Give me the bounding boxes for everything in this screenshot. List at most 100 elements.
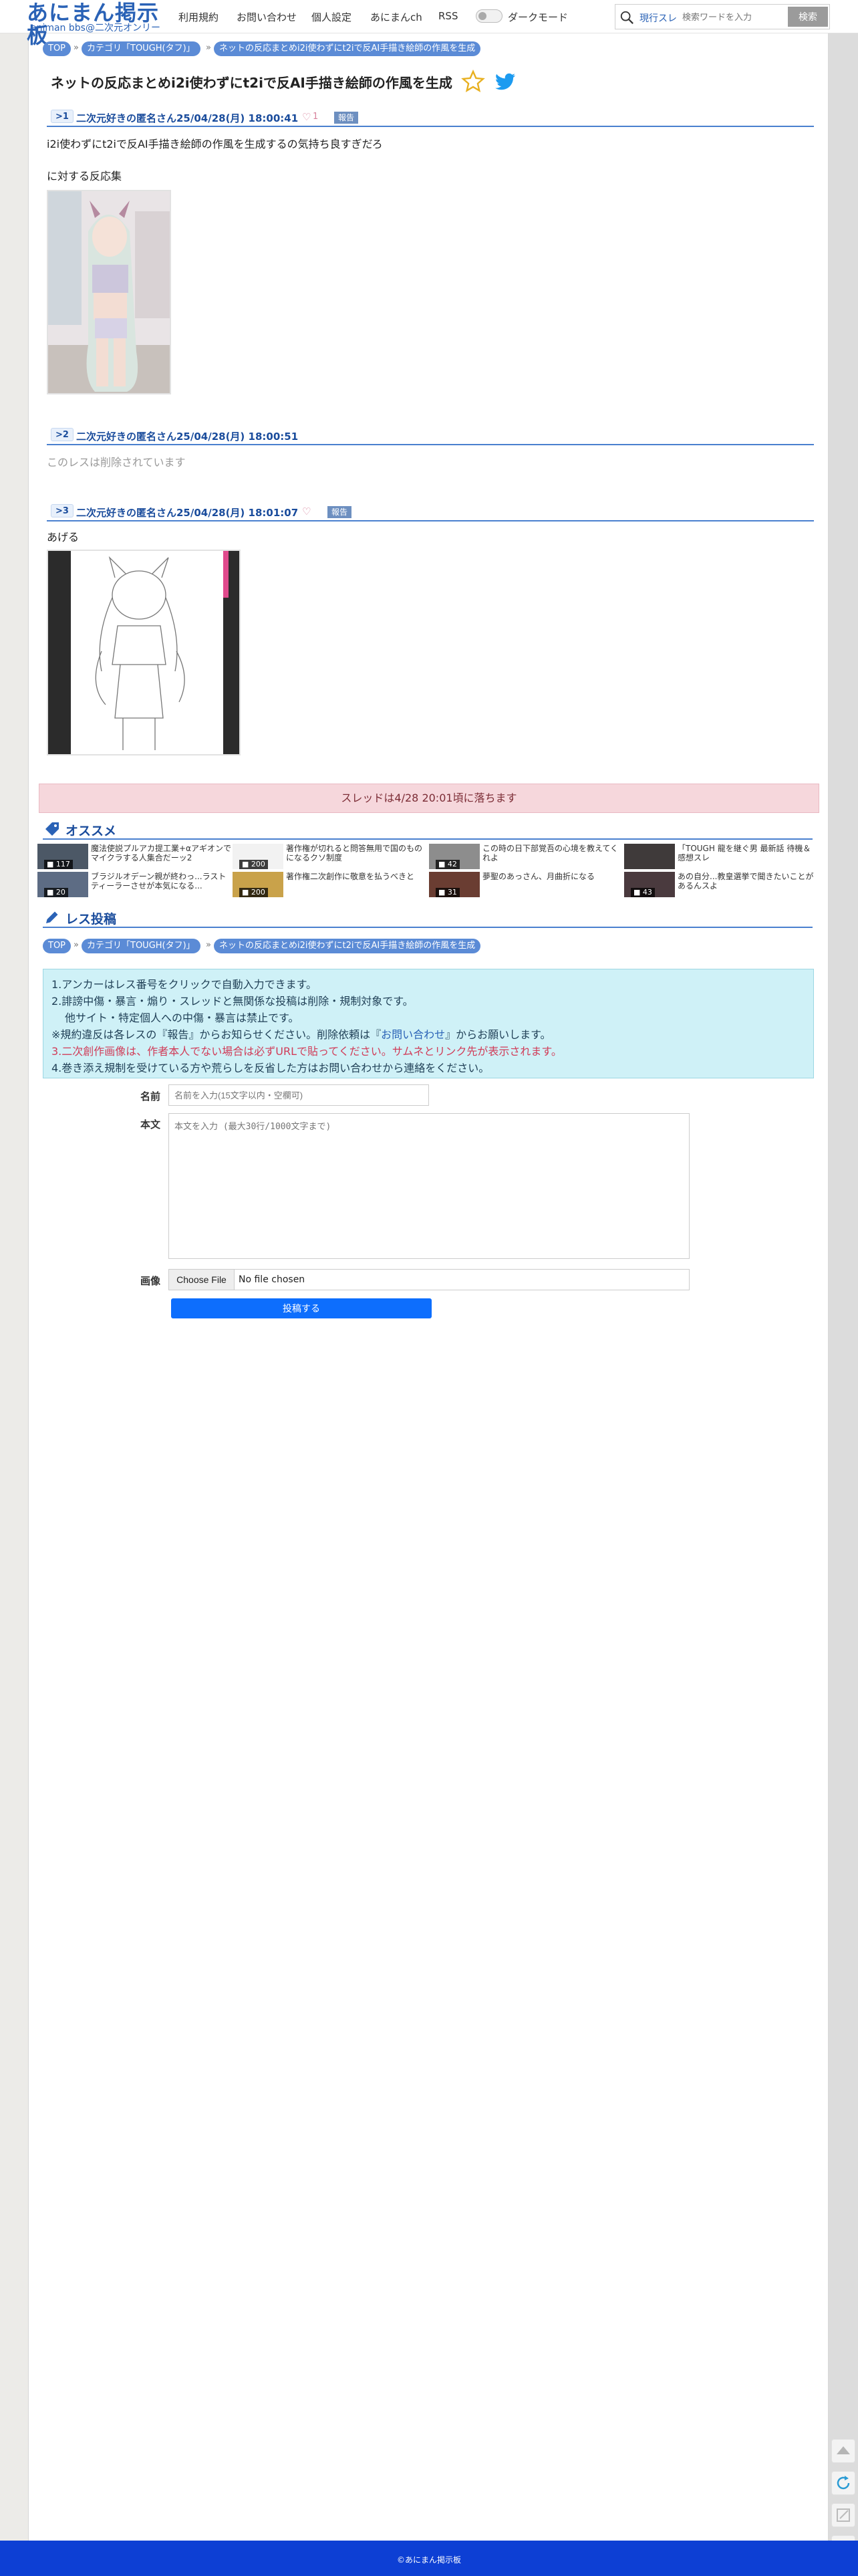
site-logo[interactable]: あにまん掲示板 animan bbs@二次元オンリー (27, 1, 167, 47)
contact-link[interactable]: お問い合わせ (381, 1028, 445, 1041)
recommend-item[interactable]: ■ 31 夢聖のあっさん、月曲折になる (429, 872, 623, 897)
thumbnail: ■ 42 (429, 844, 480, 869)
like-count: 1 (313, 112, 319, 122)
post-body: に対する反応集 (47, 167, 122, 183)
recommend-item[interactable]: ■ 117 魔法使説プルアカ提工業+αアギオンでマイクラする人集合だーッ2 (37, 844, 231, 869)
breadcrumb-thread[interactable]: ネットの反応まとめi2i使わずにt2iで反AI手描き絵師の作風を生成 (214, 41, 481, 56)
recommend-text: 著作権二次創作に敬意を払うべきと (286, 872, 415, 881)
breadcrumb-top[interactable]: TOP (43, 41, 72, 56)
heart-icon[interactable]: ♡ (302, 505, 311, 517)
post-header: >1 二次元好きの匿名さん 25/04/28(月) 18:00:41 ♡ 1 報… (47, 107, 814, 127)
copyright: ©あにまん掲示板 (396, 2555, 461, 2565)
twitter-icon[interactable] (493, 70, 517, 94)
thumbnail: ■ 31 (429, 872, 480, 897)
post-body: i2i使わずにt2iで反AI手描き絵師の作風を生成するの気持ち良すぎだろ (47, 135, 383, 151)
dark-mode-label: ダークモード (508, 11, 569, 23)
arrow-up-icon (837, 2446, 850, 2454)
dark-mode-toggle[interactable] (476, 9, 503, 23)
breadcrumb-category[interactable]: カテゴリ「TOUGH(タフ)」 (82, 41, 200, 56)
search-bar: 現行スレ 検索 (615, 4, 830, 29)
post-line: あげる (47, 531, 80, 544)
scroll-top-button[interactable] (831, 2439, 855, 2463)
choose-file-button[interactable]: Choose File (169, 1270, 235, 1290)
image-label: 画像 (140, 1275, 161, 1287)
reply-count: ■ 200 (239, 888, 268, 897)
rule-text: 』からお願いします。 (445, 1028, 551, 1041)
anime-girl-illustration (48, 191, 170, 393)
body-textarea[interactable] (168, 1113, 690, 1259)
pencil-icon (46, 911, 58, 923)
nav-animanch[interactable]: あにまんch (370, 10, 422, 24)
post-header: >2 二次元好きの匿名さん 25/04/28(月) 18:00:51 (47, 425, 814, 445)
post-image[interactable] (47, 550, 241, 755)
thumbnail: ■ 117 (37, 844, 88, 869)
breadcrumb-separator: » (74, 940, 79, 950)
post-body: あげる (47, 528, 79, 544)
recommend-text: この時の日下部覚吾の心境を教えてくれよ (482, 844, 619, 862)
search-icon[interactable] (619, 10, 634, 25)
search-button[interactable]: 検索 (788, 7, 828, 27)
file-status: No file chosen (239, 1274, 305, 1285)
res-number[interactable]: >3 (51, 504, 74, 517)
recommend-text: 著作権が切れると問答無用で国のものになるクソ制度 (286, 844, 423, 862)
search-mode-select[interactable]: 現行スレ (639, 11, 677, 25)
reply-count: ■ 117 (44, 860, 73, 869)
submit-button[interactable]: 投稿する (171, 1298, 432, 1318)
post-line: i2i使わずにt2iで反AI手描き絵師の作風を生成するの気持ち良すぎだろ (47, 138, 383, 150)
thumbnail: ■ 200 (233, 872, 283, 897)
post-form-title: レス投稿 (65, 912, 117, 927)
tag-icon (45, 822, 59, 836)
recommend-item[interactable]: ■ 200 著作権二次創作に敬意を払うべきと (233, 872, 426, 897)
logo-sub-text: animan bbs@二次元オンリー (31, 23, 160, 33)
recommend-text: ブラジルオデーン親が終わっ...ラストティーラーさせが本気になる... (91, 872, 227, 891)
recommend-item[interactable]: ■ 20 ブラジルオデーン親が終わっ...ラストティーラーさせが本気になる... (37, 872, 231, 897)
reload-button[interactable] (831, 2471, 855, 2495)
reply-count: ■ 20 (44, 888, 68, 897)
report-button[interactable]: 報告 (327, 506, 352, 518)
breadcrumb-top[interactable]: TOP (43, 939, 72, 953)
breadcrumb-separator: » (206, 940, 211, 950)
write-button[interactable] (831, 2503, 855, 2527)
name-input[interactable] (168, 1084, 429, 1106)
reply-count: ■ 200 (239, 860, 268, 869)
recommend-item[interactable]: ■ 42 この時の日下部覚吾の心境を教えてくれよ (429, 844, 623, 869)
recommend-text: 魔法使説プルアカ提工業+αアギオンでマイクラする人集合だーッ2 (91, 844, 231, 862)
reply-count: ■ 31 (436, 888, 460, 897)
recommend-item[interactable]: 「TOUGH 龍を継ぐ男 最新話 待機＆感想スレ (624, 844, 818, 869)
poster-name: 二次元好きの匿名さん (76, 431, 177, 443)
post-image[interactable] (47, 190, 171, 394)
site-footer: ©あにまん掲示板 (0, 2541, 858, 2576)
post-form-header: レス投稿 (43, 908, 813, 928)
star-icon[interactable] (461, 70, 485, 94)
breadcrumb-thread[interactable]: ネットの反応まとめi2i使わずにt2iで反AI手描き絵師の作風を生成 (214, 939, 481, 953)
rule-line: 3.二次創作画像は、作者本人でない場合は必ずURLで貼ってください。サムネとリン… (51, 1043, 805, 1060)
res-number[interactable]: >2 (51, 428, 74, 441)
reload-icon (837, 2476, 850, 2490)
breadcrumb-separator: » (206, 43, 211, 53)
recommend-text: あの自分...教皇選挙で聞きたいことがあるんスよ (678, 872, 814, 891)
thumbnail: ■ 20 (37, 872, 88, 897)
nav-settings[interactable]: 個人設定 (311, 10, 351, 24)
thumbnail: ■ 200 (233, 844, 283, 869)
scroll-gutter (829, 0, 858, 2576)
heart-icon[interactable]: ♡ (302, 111, 311, 123)
recommend-text: 夢聖のあっさん、月曲折になる (482, 872, 595, 881)
nav-rss[interactable]: RSS (438, 10, 458, 22)
recommend-text: 「TOUGH 龍を継ぐ男 最新話 待機＆感想スレ (678, 844, 811, 862)
sketch-illustration (48, 551, 239, 754)
breadcrumb-separator: » (74, 43, 79, 53)
res-number[interactable]: >1 (51, 110, 74, 123)
nav-contact[interactable]: お問い合わせ (237, 10, 297, 24)
post-date: 25/04/28(月) 18:01:07 (176, 507, 299, 519)
name-label: 名前 (140, 1090, 161, 1102)
site-header: あにまん掲示板 animan bbs@二次元オンリー 利用規約 お問い合わせ 個… (0, 0, 858, 47)
posting-rules: 1.アンカーはレス番号をクリックで自動入力できます。 2.誹謗中傷・暴言・煽り・… (43, 969, 814, 1078)
recommend-item[interactable]: ■ 200 著作権が切れると問答無用で国のものになるクソ制度 (233, 844, 426, 869)
breadcrumb-category[interactable]: カテゴリ「TOUGH(タフ)」 (82, 939, 200, 953)
report-button[interactable]: 報告 (334, 112, 359, 124)
thumbnail (624, 844, 675, 869)
recommend-item[interactable]: ■ 43 あの自分...教皇選挙で聞きたいことがあるんスよ (624, 872, 818, 897)
nav-terms[interactable]: 利用規約 (178, 10, 219, 24)
recommend-header: オススメ (43, 820, 813, 840)
search-input[interactable] (682, 9, 782, 25)
